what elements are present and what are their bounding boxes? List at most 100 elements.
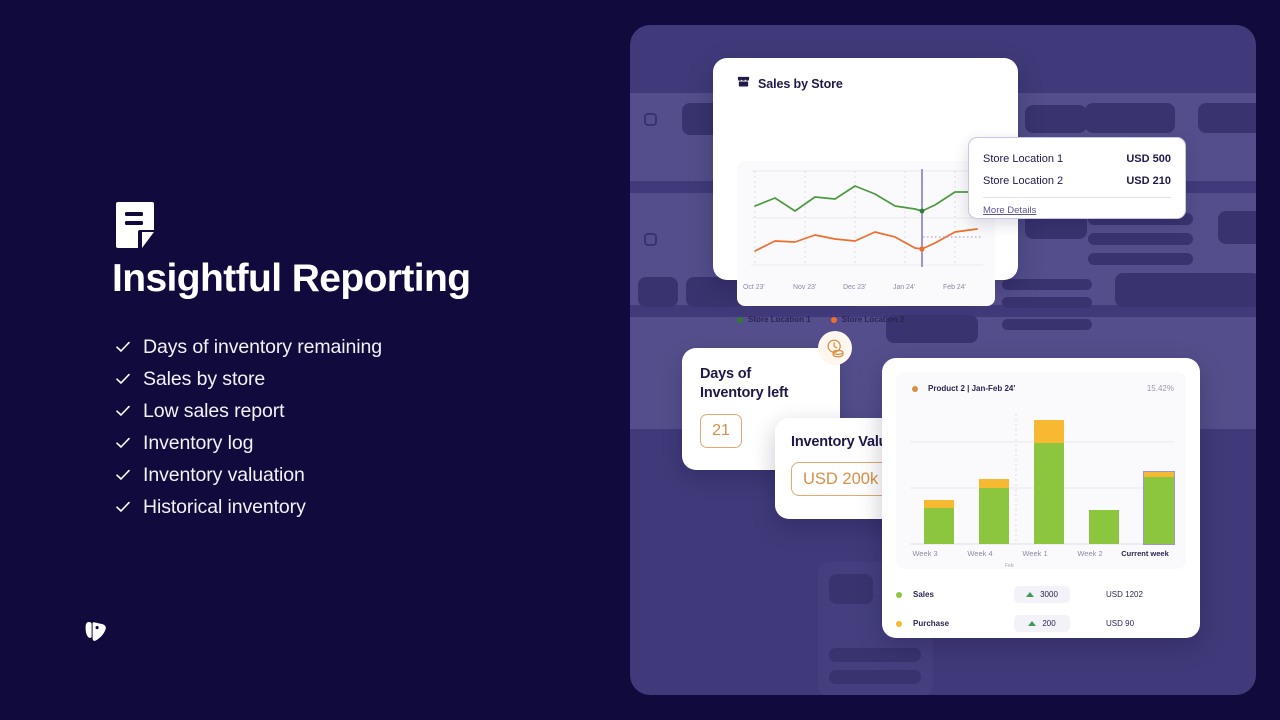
- skeleton-box: [686, 277, 744, 307]
- skeleton-line: [1088, 253, 1193, 265]
- check-icon: [114, 370, 132, 388]
- axis-tick-label: Dec 23': [843, 284, 867, 291]
- delta-value: 3000: [1040, 590, 1058, 599]
- bar-stack[interactable]: [979, 479, 1009, 544]
- list-item: Low sales report: [114, 395, 382, 427]
- bar-stack[interactable]: [1143, 471, 1175, 545]
- more-details-link[interactable]: More Details: [983, 205, 1036, 216]
- hero-panel: Insightful Reporting Days of inventory r…: [0, 0, 630, 720]
- summary-amount: USD 90: [1106, 619, 1135, 628]
- card-title: Days of Inventory left: [700, 365, 840, 403]
- legend-swatch-icon: [737, 316, 743, 323]
- summary-name: Sales: [896, 590, 1014, 599]
- summary-name: Purchase: [896, 619, 1014, 628]
- month-divider-label: Feb: [1005, 563, 1014, 569]
- skeleton-line: [1002, 279, 1092, 290]
- check-icon: [114, 434, 132, 452]
- feature-label: Low sales report: [143, 400, 285, 422]
- bar-tick-label: Week 3: [912, 549, 938, 558]
- feature-list: Days of inventory remaining Sales by sto…: [114, 331, 382, 523]
- axis-tick-label: Oct 23': [743, 284, 765, 291]
- axis-tick-label: Jan 24': [893, 284, 916, 291]
- skeleton-box: [829, 574, 873, 604]
- card-header: Sales by Store: [713, 58, 1018, 93]
- feature-label: Inventory log: [143, 432, 254, 454]
- feature-label: Sales by store: [143, 368, 266, 390]
- tooltip-label: Store Location 2: [983, 175, 1064, 187]
- chart-tooltip: Store Location 1 USD 500 Store Location …: [968, 137, 1186, 219]
- bars-area: [910, 414, 1175, 545]
- summary-label: Sales: [913, 590, 934, 599]
- tooltip-row: Store Location 1 USD 500: [983, 148, 1171, 170]
- summary-delta: 200: [1014, 615, 1070, 632]
- zoho-inventory-logo: [82, 617, 112, 652]
- summary-delta: 3000: [1014, 586, 1070, 603]
- bar-chart-plot[interactable]: Product 2 | Jan-Feb 24' 15.42% Week 3 We…: [896, 372, 1186, 569]
- arrow-up-icon: [1028, 621, 1037, 626]
- summary-row: Purchase 200 USD 90: [896, 609, 1186, 638]
- summary-label: Purchase: [913, 619, 950, 628]
- check-icon: [114, 466, 132, 484]
- legend-label: Store Location 2: [841, 315, 905, 324]
- days-left-value: 21: [700, 414, 742, 448]
- check-icon: [114, 338, 132, 356]
- skeleton-checkbox: [644, 113, 657, 126]
- delta-value: 200: [1042, 619, 1056, 628]
- skeleton-line: [1002, 319, 1092, 330]
- bar-stack[interactable]: [1034, 420, 1064, 544]
- chart-legend: Store Location 1 Store Location 2: [737, 315, 924, 324]
- bar-tick-label: Current week: [1121, 549, 1169, 558]
- card-title-line-1: Days of: [700, 366, 751, 382]
- skeleton-line: [1002, 297, 1092, 308]
- check-icon: [114, 402, 132, 420]
- legend-entry[interactable]: Store Location 1: [737, 315, 811, 324]
- bar-stack[interactable]: [1089, 510, 1119, 544]
- list-item: Inventory log: [114, 427, 382, 459]
- list-item: Historical inventory: [114, 491, 382, 523]
- legend-swatch-icon: [896, 591, 902, 598]
- axis-tick-label: Feb 24': [943, 284, 966, 291]
- product-label: Product 2 | Jan-Feb 24': [928, 384, 1016, 393]
- bar-tick-label: Week 1: [1022, 549, 1048, 558]
- tooltip-label: Store Location 1: [983, 153, 1064, 165]
- skeleton-box: [1085, 103, 1175, 133]
- bar-tick-label: Week 4: [967, 549, 993, 558]
- skeleton-box: [1025, 105, 1087, 133]
- line-chart-plot[interactable]: Oct 23' Nov 23' Dec 23' Jan 24' Feb 24': [737, 161, 995, 306]
- page-title: Insightful Reporting: [112, 257, 471, 300]
- summary-amount: USD 1202: [1106, 590, 1143, 599]
- skeleton-box: [1198, 103, 1256, 133]
- tooltip-value: USD 500: [1126, 153, 1171, 165]
- legend-swatch-icon: [896, 620, 902, 627]
- skeleton-line: [829, 648, 921, 662]
- skeleton-checkbox: [644, 233, 657, 246]
- product-bar-chart-card: Product 2 | Jan-Feb 24' 15.42% Week 3 We…: [882, 358, 1200, 638]
- feature-label: Historical inventory: [143, 496, 306, 518]
- clock-coins-icon: [818, 331, 852, 365]
- product-dot-icon: [912, 385, 918, 392]
- legend-swatch-icon: [830, 316, 837, 323]
- skeleton-box: [1218, 211, 1256, 244]
- axis-tick-label: Nov 23': [793, 284, 817, 291]
- tooltip-row: Store Location 2 USD 210: [983, 170, 1171, 192]
- product-percent: 15.42%: [1146, 384, 1174, 393]
- skeleton-line: [1088, 233, 1193, 245]
- tooltip-value: USD 210: [1126, 175, 1171, 187]
- bar-chart-summary: Sales 3000 USD 1202 Purchase 200 USD 90: [896, 580, 1186, 638]
- bar-stack[interactable]: [924, 500, 954, 544]
- report-document-icon: [114, 200, 164, 257]
- bar-tick-label: Week 2: [1077, 549, 1103, 558]
- storefront-icon: [737, 75, 750, 93]
- divider: [983, 197, 1171, 198]
- legend-label: Store Location 1: [748, 315, 811, 324]
- feature-label: Inventory valuation: [143, 464, 305, 486]
- feature-label: Days of inventory remaining: [143, 336, 382, 358]
- product-meta-row: Product 2 | Jan-Feb 24' 15.42%: [912, 384, 1174, 393]
- product-label-wrap: Product 2 | Jan-Feb 24': [912, 384, 1015, 393]
- list-item: Sales by store: [114, 363, 382, 395]
- skeleton-line: [829, 670, 921, 684]
- arrow-up-icon: [1026, 592, 1035, 597]
- legend-entry[interactable]: Store Location 2: [830, 315, 905, 324]
- card-title: Sales by Store: [758, 77, 843, 91]
- skeleton-box: [1115, 273, 1256, 307]
